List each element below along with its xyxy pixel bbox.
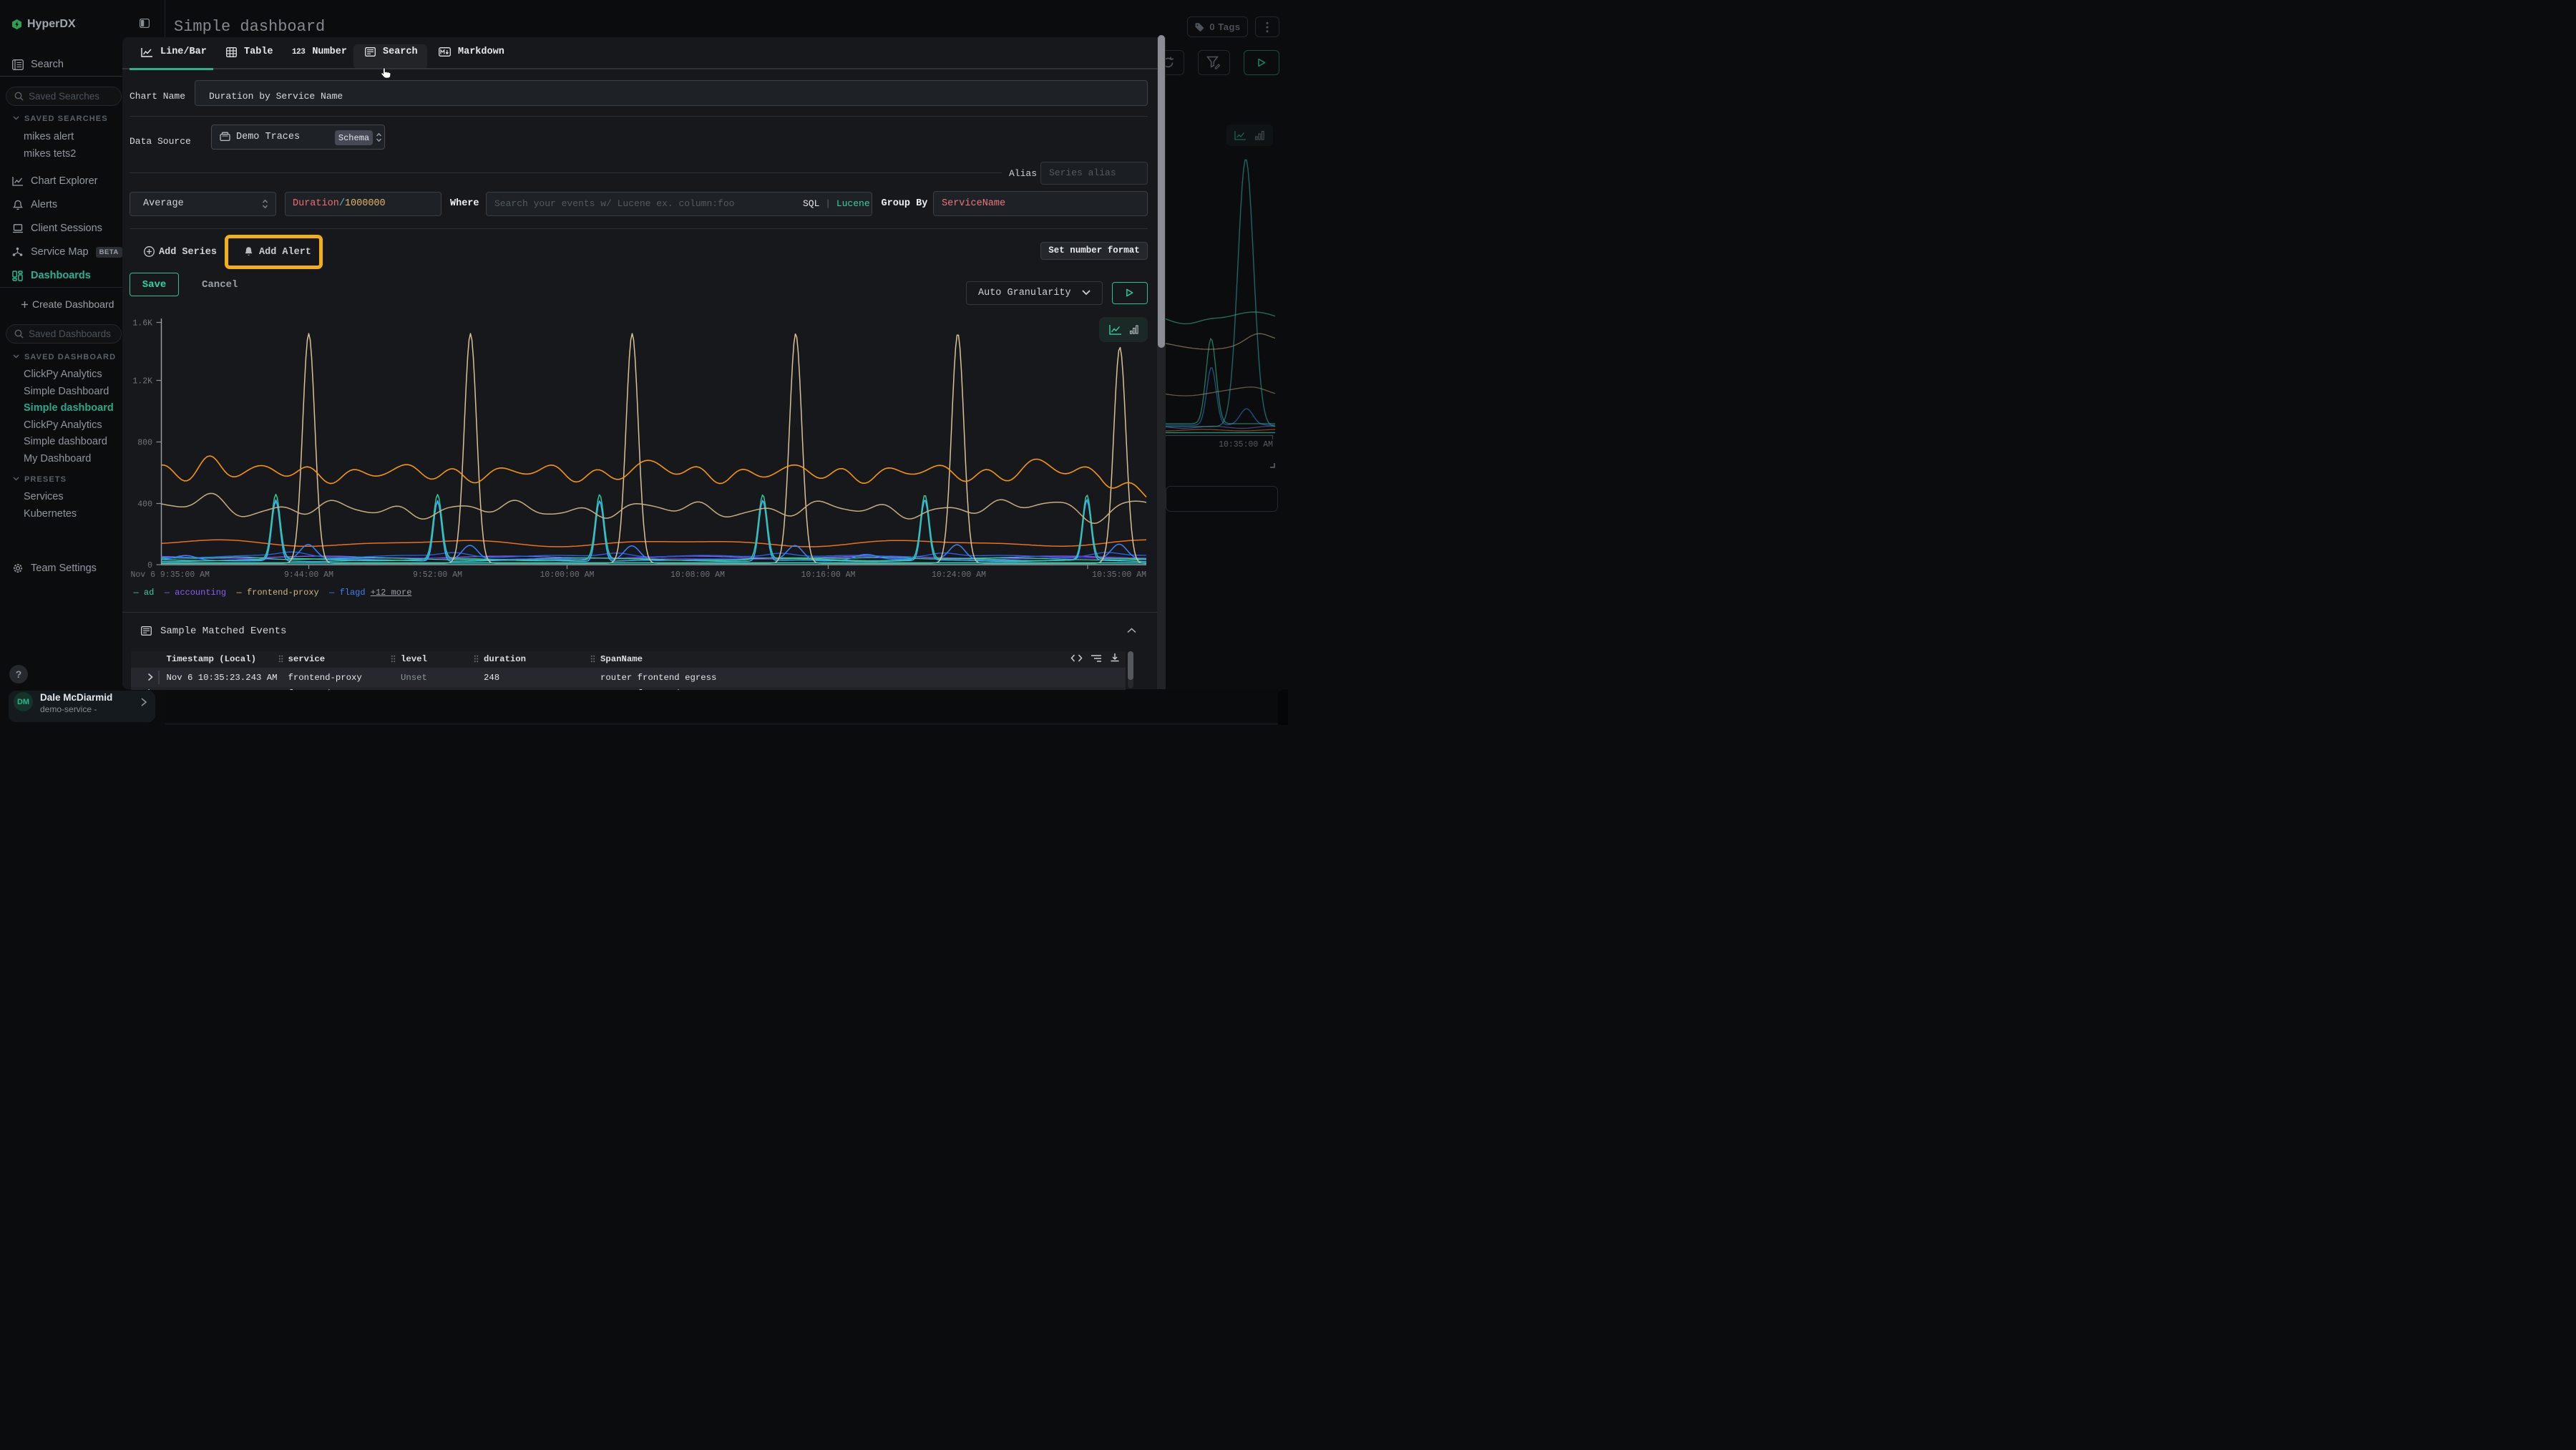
svg-text:1.2K: 1.2K [132,376,152,386]
svg-text:0: 0 [147,561,152,570]
svg-text:10:00:00 AM: 10:00:00 AM [540,570,595,580]
svg-text:10:35:00 AM: 10:35:00 AM [1092,570,1146,580]
svg-text:800: 800 [137,438,152,447]
svg-text:1.6K: 1.6K [132,318,152,328]
svg-text:400: 400 [137,500,152,509]
svg-text:10:24:00 AM: 10:24:00 AM [932,570,986,580]
svg-text:9:44:00 AM: 9:44:00 AM [284,570,333,580]
svg-text:10:16:00 AM: 10:16:00 AM [801,570,856,580]
svg-text:Nov 6 9:35:00 AM: Nov 6 9:35:00 AM [131,570,210,580]
svg-text:9:52:00 AM: 9:52:00 AM [413,570,462,580]
svg-text:10:35:00 AM: 10:35:00 AM [1219,440,1273,449]
svg-text:10:08:00 AM: 10:08:00 AM [670,570,725,580]
